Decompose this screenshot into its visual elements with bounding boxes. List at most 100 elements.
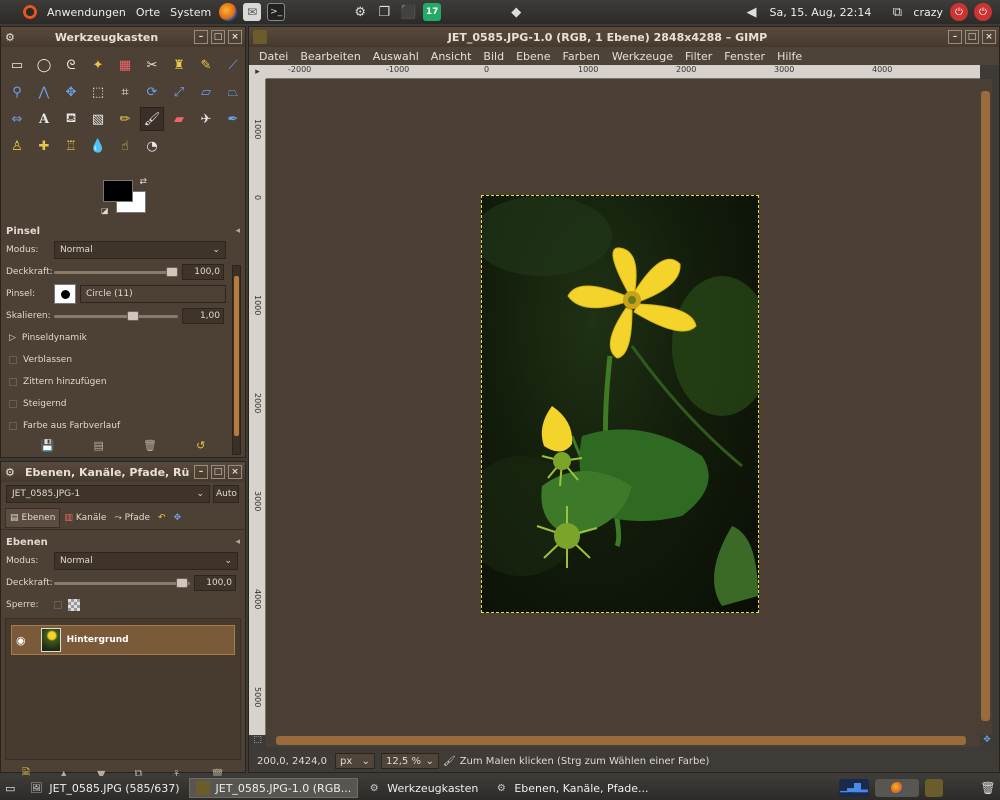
measure-icon[interactable]: ⋀ bbox=[32, 80, 56, 104]
tab-layers[interactable]: ▤ Ebenen bbox=[5, 507, 61, 528]
mode-dropdown[interactable]: Normal ⌄ bbox=[54, 241, 226, 259]
brush-name-field[interactable]: Circle (11) bbox=[80, 285, 226, 303]
menu-layer[interactable]: Ebene bbox=[510, 50, 556, 63]
zoom-icon[interactable]: ⚲ bbox=[5, 80, 29, 104]
color-picker-icon[interactable]: ⟋ bbox=[221, 53, 245, 77]
menu-select[interactable]: Auswahl bbox=[367, 50, 425, 63]
menu-windows[interactable]: Fenster bbox=[718, 50, 771, 63]
rect-select-icon[interactable]: ▭ bbox=[5, 53, 29, 77]
text-icon[interactable]: A bbox=[32, 107, 56, 131]
image-select-dropdown[interactable]: JET_0585.JPG-1 ⌄ bbox=[6, 485, 210, 503]
menu-colors[interactable]: Farben bbox=[557, 50, 606, 63]
image-canvas[interactable] bbox=[266, 79, 980, 735]
paintbrush-icon[interactable]: 🖌 bbox=[140, 107, 164, 131]
volume-icon[interactable]: ◀ bbox=[743, 3, 761, 21]
tab-navigation[interactable]: ✥ bbox=[170, 508, 186, 528]
swap-colors-icon[interactable]: ⇄ bbox=[139, 177, 147, 187]
restore-options-icon[interactable]: ▤ bbox=[93, 439, 103, 453]
free-select-icon[interactable]: ᘓ bbox=[59, 53, 83, 77]
color-select-icon[interactable]: ▦ bbox=[113, 53, 137, 77]
image-titlebar[interactable]: JET_0585.JPG-1.0 (RGB, 1 Ebene) 2848x428… bbox=[249, 27, 999, 47]
task-gimp-image[interactable]: JET_0585.JPG-1.0 (RGB... bbox=[188, 778, 359, 798]
bucket-fill-icon[interactable]: ⛾ bbox=[59, 107, 83, 131]
tray-camera-icon[interactable]: ⬛ bbox=[399, 3, 417, 21]
fuzzy-select-icon[interactable]: ✦ bbox=[86, 53, 110, 77]
jitter-check-row[interactable]: Zittern hinzufügen bbox=[1, 371, 245, 393]
quick-mask-corner-icon[interactable]: ▸ bbox=[249, 65, 266, 79]
task-toolbox[interactable]: ⚙ Werkzeugkasten bbox=[360, 778, 485, 798]
scissors-select-icon[interactable]: ✂ bbox=[140, 53, 164, 77]
foreground-color-swatch[interactable] bbox=[103, 180, 133, 202]
ellipse-select-icon[interactable]: ◯ bbox=[32, 53, 56, 77]
scale-icon[interactable]: ⤢ bbox=[167, 80, 191, 104]
scale-slider-knob[interactable] bbox=[127, 310, 139, 321]
horizontal-ruler[interactable]: -2000 -1000 0 1000 2000 3000 4000 bbox=[266, 65, 980, 79]
maximize-button[interactable]: □ bbox=[965, 30, 979, 44]
pencil-icon[interactable]: ✏ bbox=[113, 107, 137, 131]
menu-applications[interactable]: Anwendungen bbox=[42, 6, 131, 19]
smudge-icon[interactable]: ☝ bbox=[113, 134, 137, 158]
tray-calendar-icon[interactable]: 17 bbox=[423, 3, 442, 21]
airbrush-icon[interactable]: ✈ bbox=[194, 107, 218, 131]
tab-menu-icon[interactable]: ◂ bbox=[235, 226, 240, 236]
opacity-slider-knob[interactable] bbox=[166, 266, 178, 277]
clock[interactable]: Sa, 15. Aug, 22:14 bbox=[770, 6, 872, 19]
flower-photo[interactable] bbox=[481, 195, 759, 613]
opacity-slider[interactable] bbox=[54, 266, 178, 277]
layers-titlebar[interactable]: ⚙ Ebenen, Kanäle, Pfade, Rü – □ × bbox=[1, 462, 245, 482]
auto-button[interactable]: Auto bbox=[213, 485, 239, 503]
layer-name[interactable]: Hintergrund bbox=[67, 635, 129, 645]
incremental-checkbox[interactable] bbox=[9, 400, 17, 408]
layer-opacity-slider[interactable] bbox=[54, 577, 190, 588]
minimize-button[interactable]: – bbox=[194, 30, 208, 44]
heal-icon[interactable]: ✚ bbox=[32, 134, 56, 158]
tab-channels[interactable]: ▥ Kanäle bbox=[60, 508, 110, 528]
foreground-select-icon[interactable]: ♜ bbox=[167, 53, 191, 77]
tab-menu-icon[interactable]: ◂ bbox=[235, 537, 240, 547]
navigate-icon[interactable]: ✥ bbox=[980, 735, 994, 749]
firefox-launcher-icon[interactable] bbox=[219, 3, 238, 21]
layer-opacity-spin[interactable]: 100,0 bbox=[194, 575, 236, 591]
opacity-spin[interactable]: 100,0 bbox=[182, 264, 224, 280]
unit-dropdown[interactable]: px ⌄ bbox=[335, 753, 375, 769]
shear-icon[interactable]: ▱ bbox=[194, 80, 218, 104]
close-button[interactable]: × bbox=[228, 465, 242, 479]
gradient-check-row[interactable]: Farbe aus Farbverlauf bbox=[1, 415, 245, 437]
menu-tools[interactable]: Werkzeuge bbox=[606, 50, 679, 63]
layer-opacity-knob[interactable] bbox=[176, 577, 188, 588]
eye-icon[interactable]: ◉ bbox=[16, 634, 26, 647]
move-icon[interactable]: ✥ bbox=[59, 80, 83, 104]
menu-view[interactable]: Ansicht bbox=[425, 50, 478, 63]
color-swatches[interactable]: ⇄ ◪ bbox=[101, 177, 149, 215]
quick-mask-icon[interactable]: ⬚ bbox=[249, 735, 266, 749]
tab-paths[interactable]: ⤳ Pfade bbox=[110, 508, 154, 528]
maximize-button[interactable]: □ bbox=[211, 465, 225, 479]
tray-network-icon[interactable]: ◆ bbox=[507, 3, 525, 21]
maximize-button[interactable]: □ bbox=[211, 30, 225, 44]
vertical-scroll-thumb[interactable] bbox=[981, 91, 990, 721]
workspace-switcher-icon[interactable] bbox=[875, 779, 919, 797]
terminal-launcher-icon[interactable]: >_ bbox=[267, 3, 286, 21]
show-desktop-icon[interactable]: ▭ bbox=[0, 778, 20, 798]
scale-slider[interactable] bbox=[54, 310, 178, 321]
tray-app-icon[interactable]: ⚙ bbox=[351, 3, 369, 21]
rotate-icon[interactable]: ⟳ bbox=[140, 80, 164, 104]
vertical-scrollbar[interactable] bbox=[980, 79, 992, 735]
blend-icon[interactable]: ▧ bbox=[86, 107, 110, 131]
window-menu-icon[interactable]: ⚙ bbox=[5, 31, 19, 44]
save-options-icon[interactable]: 💾 bbox=[41, 439, 55, 453]
dodge-burn-icon[interactable]: ◔ bbox=[140, 134, 164, 158]
menu-edit[interactable]: Bearbeiten bbox=[294, 50, 366, 63]
user-name[interactable]: crazy bbox=[913, 6, 943, 19]
layer-mode-dropdown[interactable]: Normal ⌄ bbox=[54, 552, 238, 570]
close-button[interactable]: × bbox=[228, 30, 242, 44]
align-icon[interactable]: ⬚ bbox=[86, 80, 110, 104]
ink-icon[interactable]: ✒ bbox=[221, 107, 245, 131]
scale-spin[interactable]: 1,00 bbox=[182, 308, 224, 324]
fade-checkbox[interactable] bbox=[9, 356, 17, 364]
options-scrollbar[interactable] bbox=[232, 265, 241, 455]
task-layers[interactable]: ⚙ Ebenen, Kanäle, Pfade... bbox=[487, 778, 655, 798]
fade-check-row[interactable]: Verblassen bbox=[1, 349, 245, 371]
menu-places[interactable]: Orte bbox=[131, 6, 165, 19]
trash-icon[interactable]: 🗑 bbox=[979, 779, 997, 797]
